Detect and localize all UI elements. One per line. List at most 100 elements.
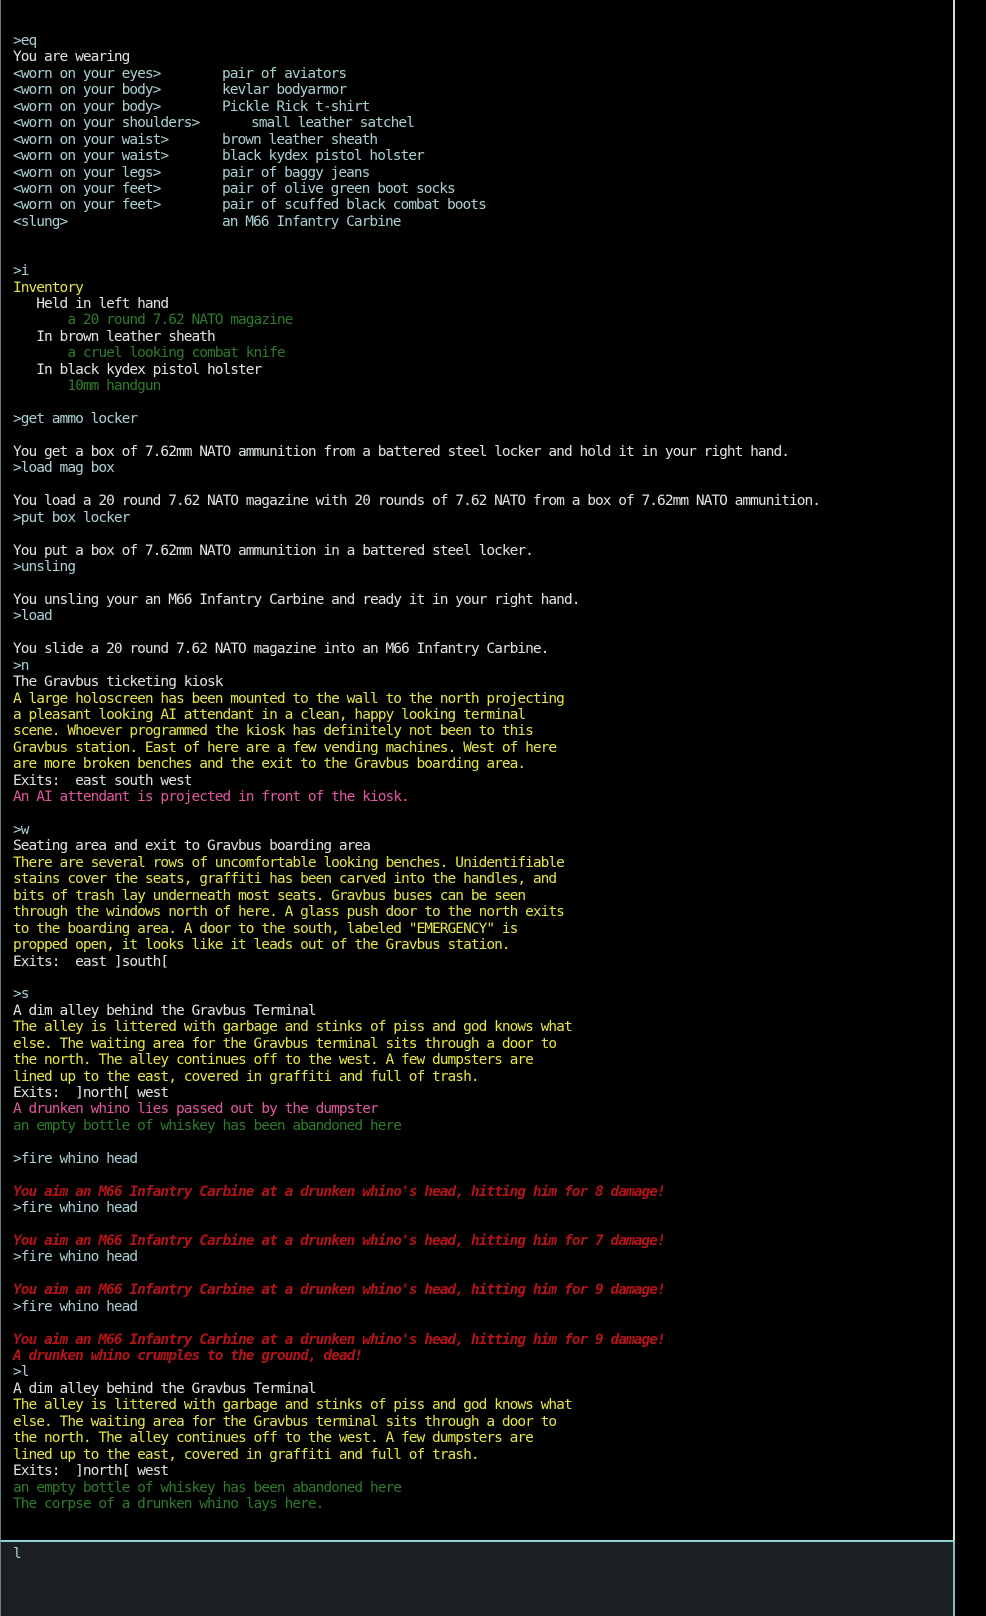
equipment-slot: <worn on your body> [13,98,161,115]
output-line: Inventory [13,279,84,296]
equipment-item: Pickle Rick t-shirt [222,98,370,115]
command-echo: >put box locker [13,509,130,526]
output-line: A drunken whino lies passed out by the d… [13,1101,379,1118]
output-line: Seating area and exit to Gravbus boardin… [13,838,371,855]
output-line: lined up to the east, covered in graffit… [13,1068,480,1085]
output-line: You aim an M66 Infantry Carbine at a dru… [13,1331,666,1348]
equipment-item: pair of baggy jeans [222,164,370,181]
output-line: You unsling your an M66 Infantry Carbine… [13,591,580,608]
output-line: propped open, it looks like it leads out… [13,937,511,954]
command-echo: >fire whino head [13,1298,138,1315]
equipment-row: <worn on your waist> black kydex pistol h… [13,148,913,164]
equipment-row: <worn on your body> Pickle Rick t-shirt [13,99,913,115]
equipment-item: kevlar bodyarmor [222,82,347,99]
equipment-item: black kydex pistol holster [222,148,425,165]
command-echo: >fire whino head [13,1249,138,1266]
output-line: Held in left hand [13,296,169,312]
output-line: A dim alley behind the Gravbus Terminal [13,1002,317,1019]
command-input[interactable]: l [0,1540,955,1616]
output-line: A large holoscreen has been mounted to t… [13,690,565,707]
command-echo: >n [13,657,30,674]
command-echo: >fire whino head [13,1200,138,1217]
equipment-item: pair of aviators [222,65,347,82]
command-echo: >load [13,608,53,625]
output-line: the north. The alley continues off to th… [13,1430,534,1447]
equipment-item: an M66 Infantry Carbine [222,213,401,230]
output-line: An AI attendant is projected in front of… [13,789,410,806]
output-line: The corpse of a drunken whino lays here. [13,1495,324,1512]
output-line: a pleasant looking AI attendant in a cle… [13,706,526,723]
equipment-row: <worn on your legs> pair of baggy jeans [13,165,913,181]
output-line: a cruel looking combat knife [13,345,285,362]
output-line: through the windows north of here. A gla… [13,904,565,921]
command-echo: >unsling [13,559,76,575]
output-line: There are several rows of uncomfortable … [13,854,565,871]
output-line: Exits: east ]south[ [13,953,169,970]
equipment-item: pair of scuffed black combat boots [222,197,487,214]
command-echo: >eq [13,33,37,49]
output-line: A dim alley behind the Gravbus Terminal [13,1380,317,1397]
output-line: In brown leather sheath [13,328,215,345]
output-line: to the boarding area. A door to the sout… [13,920,518,937]
output-line: bits of trash lay underneath most seats.… [13,887,526,904]
command-echo: >fire whino head [13,1150,138,1167]
command-echo: >s [13,986,30,1003]
output-line: You put a box of 7.62mm NATO ammunition … [13,542,534,559]
equipment-row: <worn on your shoulders> small leather sa… [13,115,913,131]
equipment-slot: <worn on your feet> [13,197,161,214]
output-line: Exits: ]north[ west [13,1085,169,1101]
terminal-output-pane[interactable]: >eq You are wearing <worn on your eyes> pai… [0,0,955,1540]
output-line: You aim an M66 Infantry Carbine at a dru… [13,1183,666,1200]
output-line: You are wearing [13,49,130,66]
output-line: You slide a 20 round 7.62 NATO magazine … [13,641,549,658]
equipment-slot: <slung> [13,213,68,230]
output-line: an empty bottle of whiskey has been aban… [13,1479,402,1496]
output-log: >eq You are wearing <worn on your eyes> pai… [13,33,913,1512]
equipment-slot: <worn on your body> [13,82,161,99]
equipment-row: <worn on your body> kevlar bodyarmor [13,82,913,98]
output-line: an empty bottle of whiskey has been aban… [13,1117,402,1134]
output-line: the north. The alley continues off to th… [13,1052,534,1069]
output-line: A drunken whino crumples to the ground, … [13,1348,363,1364]
output-line: else. The waiting area for the Gravbus t… [13,1413,557,1430]
output-line: a 20 round 7.62 NATO magazine [13,312,293,329]
equipment-slot: <worn on your shoulders> [13,115,200,132]
output-line: The alley is littered with garbage and s… [13,1397,573,1414]
output-line: 10mm handgun [13,378,161,395]
output-line: are more broken benches and the exit to … [13,756,526,773]
output-line: You get a box of 7.62mm NATO ammunition … [13,443,790,460]
command-echo: >i [13,263,30,280]
equipment-row: <slung> an M66 Infantry Carbine [13,214,913,230]
output-line: You load a 20 round 7.62 NATO magazine w… [13,493,821,510]
equipment-slot: <worn on your waist> [13,131,169,148]
equipment-row: <worn on your feet> pair of olive green b… [13,181,913,197]
equipment-slot: <worn on your legs> [13,164,161,181]
command-echo: >l [13,1364,30,1381]
output-line: else. The waiting area for the Gravbus t… [13,1035,557,1052]
output-line: The Gravbus ticketing kiosk [13,674,223,691]
command-echo: >w [13,822,30,838]
output-line: You aim an M66 Infantry Carbine at a dru… [13,1232,666,1249]
output-line: Exits: east south west [13,772,192,789]
output-line: The alley is littered with garbage and s… [13,1019,573,1036]
command-input-value[interactable]: l [13,1546,22,1562]
equipment-row: <worn on your eyes> pair of aviators [13,66,913,82]
equipment-slot: <worn on your feet> [13,180,161,197]
output-line: lined up to the east, covered in graffit… [13,1446,480,1463]
output-line: Exits: ]north[ west [13,1463,169,1480]
equipment-slot: <worn on your eyes> [13,65,161,82]
